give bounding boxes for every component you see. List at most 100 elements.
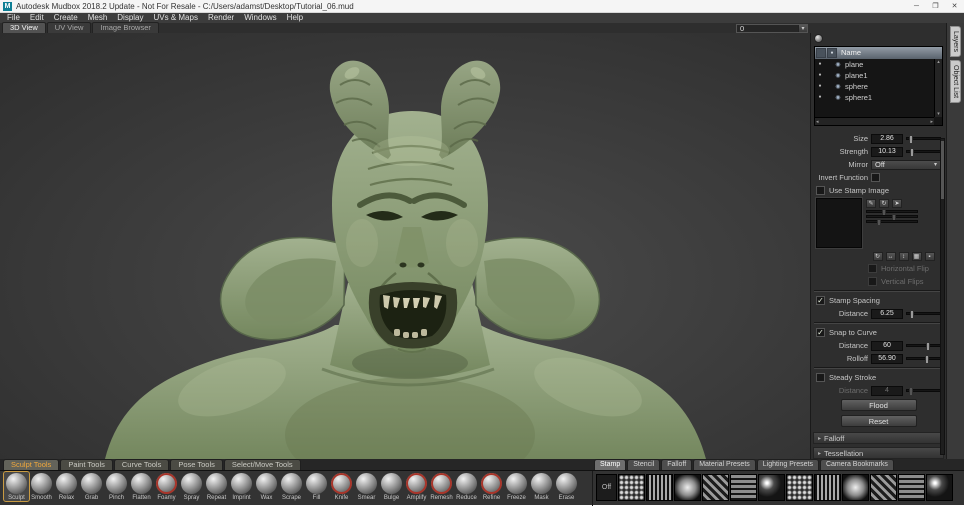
name-column-header[interactable]: Name: [837, 48, 942, 57]
stamp-tool-icon-1[interactable]: ↻: [879, 199, 889, 208]
tray-tab-stencil[interactable]: Stencil: [627, 459, 660, 470]
stamp-thumbnail[interactable]: [786, 474, 813, 501]
tool-sculpt[interactable]: Sculpt: [4, 472, 29, 501]
visibility-icon[interactable]: ●: [815, 72, 825, 78]
tool-smooth[interactable]: Smooth: [29, 472, 54, 501]
steady-stroke-checkbox[interactable]: [816, 373, 825, 382]
stamp-tool-icon-2[interactable]: ➤: [892, 199, 902, 208]
tool-tab-paint-tools[interactable]: Paint Tools: [60, 459, 113, 470]
reset-button[interactable]: Reset: [841, 415, 917, 427]
stamp-transform-icon-2[interactable]: ↕: [899, 252, 909, 261]
flood-button[interactable]: Flood: [841, 399, 917, 411]
object-list-vertical-scrollbar[interactable]: ▴ ▾: [934, 59, 942, 117]
panel-menu-button[interactable]: [814, 34, 823, 43]
scroll-down-icon[interactable]: ▾: [936, 111, 941, 117]
tool-knife[interactable]: Knife: [329, 472, 354, 501]
tool-repeat[interactable]: Repeat: [204, 472, 229, 501]
size-slider[interactable]: [906, 137, 941, 140]
tool-foamy[interactable]: Foamy: [154, 472, 179, 501]
tool-wax[interactable]: Wax: [254, 472, 279, 501]
tray-tab-stamp[interactable]: Stamp: [594, 459, 626, 470]
object-row-plane1[interactable]: ●◉plane1: [815, 70, 934, 81]
strength-value[interactable]: 10.13: [871, 147, 903, 157]
snap-distance-value[interactable]: 60: [871, 341, 903, 351]
object-row-plane[interactable]: ●◉plane: [815, 59, 934, 70]
stamp-slider-2[interactable]: [866, 215, 918, 218]
snap-to-curve-checkbox[interactable]: ✓: [816, 328, 825, 337]
steady-distance-slider[interactable]: [906, 389, 941, 392]
stamp-thumbnail[interactable]: [646, 474, 673, 501]
stamp-spacing-checkbox[interactable]: ✓: [816, 296, 825, 305]
stamp-thumbnail[interactable]: [758, 474, 785, 501]
stamp-transform-icon-0[interactable]: ↻: [873, 252, 883, 261]
steady-distance-value[interactable]: 4: [871, 386, 903, 396]
edge-tab-layers[interactable]: Layers: [950, 26, 961, 57]
tool-bulge[interactable]: Bulge: [379, 472, 404, 501]
tessellation-section-header[interactable]: ▸ Tessellation: [813, 447, 944, 459]
tool-smear[interactable]: Smear: [354, 472, 379, 501]
stamp-thumbnail[interactable]: [926, 474, 953, 501]
tool-spray[interactable]: Spray: [179, 472, 204, 501]
lock-column-icon[interactable]: [816, 48, 826, 58]
invert-function-checkbox[interactable]: [871, 173, 880, 182]
scroll-right-icon[interactable]: ▸: [929, 119, 934, 125]
stamp-thumbnail[interactable]: [618, 474, 645, 501]
stamp-thumbnail[interactable]: [702, 474, 729, 501]
tool-remesh[interactable]: Remesh: [429, 472, 454, 501]
visibility-icon[interactable]: ●: [815, 61, 825, 67]
tool-tab-sculpt-tools[interactable]: Sculpt Tools: [3, 459, 59, 470]
rolloff-value[interactable]: 56.90: [871, 354, 903, 364]
view-tab-3d-view[interactable]: 3D View: [2, 22, 46, 33]
stamp-spacing-distance-slider[interactable]: [906, 312, 941, 315]
tool-erase[interactable]: Erase: [554, 472, 579, 501]
scroll-up-icon[interactable]: ▴: [936, 59, 941, 65]
object-row-sphere1[interactable]: ●◉sphere1: [815, 92, 934, 103]
vertical-flip-checkbox[interactable]: [868, 277, 877, 286]
view-tab-uv-view[interactable]: UV View: [47, 22, 92, 33]
tool-reduce[interactable]: Reduce: [454, 472, 479, 501]
tray-tab-falloff[interactable]: Falloff: [661, 459, 692, 470]
stamp-thumbnail[interactable]: [898, 474, 925, 501]
visibility-icon[interactable]: ●: [815, 83, 825, 89]
menu-item-help[interactable]: Help: [282, 13, 308, 23]
stamp-tool-icon-0[interactable]: ✎: [866, 199, 876, 208]
stamp-transform-icon-1[interactable]: ↔: [886, 252, 896, 261]
panel-scrollbar[interactable]: [940, 138, 945, 455]
menu-item-windows[interactable]: Windows: [239, 13, 281, 23]
tool-refine[interactable]: Refine: [479, 472, 504, 501]
mirror-dropdown[interactable]: Off ▾: [871, 160, 941, 170]
stamp-spacing-distance-value[interactable]: 6.25: [871, 309, 903, 319]
tool-tab-select-move-tools[interactable]: Select/Move Tools: [224, 459, 301, 470]
tool-amplify[interactable]: Amplify: [404, 472, 429, 501]
tray-tab-camera-bookmarks[interactable]: Camera Bookmarks: [820, 459, 894, 470]
view-tab-image-browser[interactable]: Image Browser: [92, 22, 158, 33]
stamp-thumbnail[interactable]: [870, 474, 897, 501]
layer-select-dropdown[interactable]: 0 ▾: [736, 24, 808, 33]
minimize-button[interactable]: ─: [907, 0, 926, 13]
stamp-thumbnail[interactable]: [674, 474, 701, 501]
demon-sculpture[interactable]: [0, 33, 810, 459]
stamp-slider-3[interactable]: [866, 220, 918, 223]
use-stamp-image-checkbox[interactable]: [816, 186, 825, 195]
tool-mask[interactable]: Mask: [529, 472, 554, 501]
snap-distance-slider[interactable]: [906, 344, 941, 347]
tray-tab-lighting-presets[interactable]: Lighting Presets: [757, 459, 819, 470]
tool-grab[interactable]: Grab: [79, 472, 104, 501]
stamp-slider-1[interactable]: [866, 210, 918, 213]
falloff-section-header[interactable]: ▸ Falloff: [813, 432, 944, 444]
edge-tab-object-list[interactable]: Object List: [950, 60, 961, 103]
stamp-transform-icon-4[interactable]: ▪: [925, 252, 935, 261]
title-bar[interactable]: M Autodesk Mudbox 2018.2 Update - Not Fo…: [0, 0, 964, 13]
tool-tab-curve-tools[interactable]: Curve Tools: [114, 459, 169, 470]
rolloff-slider[interactable]: [906, 357, 941, 360]
3d-viewport[interactable]: [0, 33, 810, 459]
menu-item-render[interactable]: Render: [203, 13, 239, 23]
stamp-preview-box[interactable]: [816, 198, 862, 248]
tray-tab-material-presets[interactable]: Material Presets: [693, 459, 756, 470]
scroll-left-icon[interactable]: ◂: [815, 119, 820, 125]
tool-imprint[interactable]: Imprint: [229, 472, 254, 501]
tool-flatten[interactable]: Flatten: [129, 472, 154, 501]
close-button[interactable]: ✕: [945, 0, 964, 13]
stamp-off[interactable]: Off: [596, 474, 617, 501]
visibility-column-icon[interactable]: ●: [827, 48, 837, 58]
